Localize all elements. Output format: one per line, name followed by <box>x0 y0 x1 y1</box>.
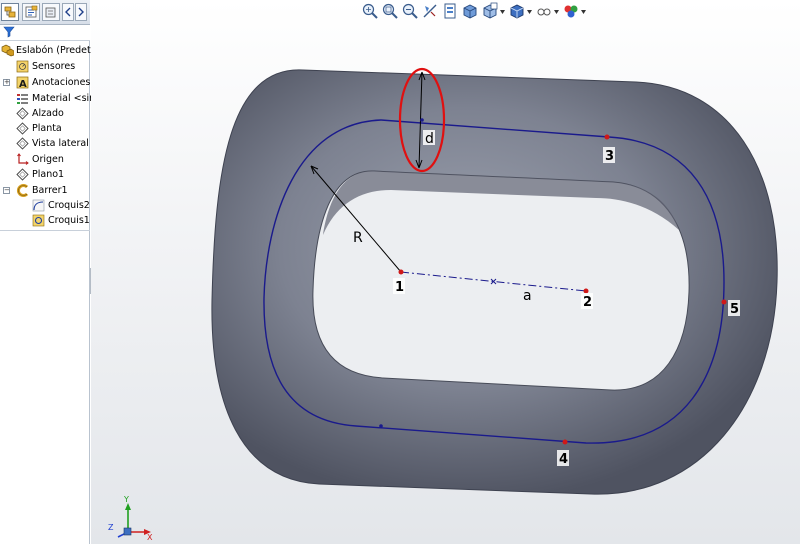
tree-item-label: Anotaciones <box>32 77 91 88</box>
feature-manager-icon <box>4 6 16 18</box>
tree-item-sensors[interactable]: Sensores <box>0 59 90 74</box>
point-label-3: 3 <box>605 149 614 164</box>
sketch-point-4[interactable] <box>562 439 568 445</box>
tree-item-plane1[interactable]: Plano1 <box>0 167 90 182</box>
plane-icon <box>16 137 29 150</box>
tree-item-front-plane[interactable]: Alzado <box>0 106 90 121</box>
tree-item-label: Barrer1 <box>32 185 68 196</box>
tree-item-sweep1[interactable]: − Barrer1 <box>0 183 90 198</box>
expand-toggle[interactable]: + <box>3 79 10 86</box>
scroll-left-button[interactable] <box>62 3 74 21</box>
graphics-area[interactable]: d R a 1 2 3 4 5 Y X Z <box>91 0 800 544</box>
axis-label-x: X <box>147 533 153 542</box>
sketch-point-5[interactable] <box>721 299 727 305</box>
tree-item-sketch2[interactable]: Croquis2 <box>0 198 90 213</box>
sweep-feature-icon <box>17 184 29 197</box>
sketch-icon <box>32 214 45 227</box>
tree-item-label: Vista lateral <box>32 138 89 149</box>
property-manager-icon <box>25 5 38 18</box>
feature-manager-panel: Eslabón (Predete Sensores + A Anotacione… <box>0 0 97 544</box>
tab-feature-manager[interactable] <box>1 3 19 21</box>
tree-item-right-plane[interactable]: Vista lateral <box>0 136 90 151</box>
dimension-label-d: d <box>425 131 434 147</box>
tree-item-label: Sensores <box>32 61 76 72</box>
point-label-4: 4 <box>559 452 568 467</box>
tree-item-label: Material <sin <box>32 93 96 104</box>
tree-item-top-plane[interactable]: Planta <box>0 121 90 136</box>
plane-icon <box>16 168 29 181</box>
sketch-point-3[interactable] <box>604 134 610 140</box>
material-icon <box>17 94 28 104</box>
tree-item-label: Origen <box>32 154 64 165</box>
sketch-vertex <box>420 118 424 122</box>
point-label-5: 5 <box>730 302 739 317</box>
tree-item-label: Alzado <box>32 108 64 119</box>
collapse-toggle[interactable]: − <box>3 187 10 194</box>
filter-icon <box>3 26 15 38</box>
axis-triad: Y X Z <box>108 495 153 542</box>
annotations-icon: A <box>16 76 29 89</box>
tree-item-origin[interactable]: Origen <box>0 152 90 167</box>
panel-tab-bar <box>0 0 90 25</box>
tree-item-label: Plano1 <box>32 169 65 180</box>
axis-label-y: Y <box>123 495 129 504</box>
tree-item-root-part[interactable]: Eslabón (Predete <box>0 43 97 58</box>
tree-item-annotations[interactable]: + A Anotaciones <box>0 75 90 90</box>
configuration-manager-icon <box>45 7 56 18</box>
tree-item-label: Eslabón (Predete <box>16 45 97 56</box>
panel-separator <box>0 230 90 231</box>
model-view: d R a 1 2 3 4 5 Y X Z <box>108 67 778 542</box>
sketch-vertex <box>379 424 383 428</box>
plane-icon <box>16 107 29 120</box>
dimension-label-a: a <box>523 288 532 304</box>
tab-property-manager[interactable] <box>22 3 40 21</box>
chevron-left-icon <box>65 7 71 17</box>
sketch-point-2[interactable] <box>583 288 589 294</box>
tree-item-label: Croquis1 <box>48 215 90 226</box>
sensor-icon <box>16 60 29 73</box>
svg-text:A: A <box>19 79 27 89</box>
dimension-label-r: R <box>353 230 363 246</box>
tab-configuration-manager[interactable] <box>42 3 60 21</box>
tree-item-label: Planta <box>32 123 62 134</box>
chevron-right-icon <box>78 7 84 17</box>
point-label-1: 1 <box>395 280 404 295</box>
axis-label-z: Z <box>108 523 114 532</box>
tree-item-sketch1[interactable]: Croquis1 <box>0 213 90 228</box>
tree-item-material[interactable]: Material <sin <box>0 91 95 106</box>
sketch-icon <box>32 199 45 212</box>
part-icon <box>1 44 14 57</box>
tree-filter[interactable] <box>0 25 90 41</box>
link-hole <box>312 170 690 391</box>
scroll-right-button[interactable] <box>75 3 87 21</box>
sketch-point-1[interactable] <box>398 269 404 275</box>
point-label-2: 2 <box>583 295 592 310</box>
tree-item-label: Croquis2 <box>48 200 90 211</box>
origin-icon <box>17 153 29 165</box>
plane-icon <box>16 122 29 135</box>
